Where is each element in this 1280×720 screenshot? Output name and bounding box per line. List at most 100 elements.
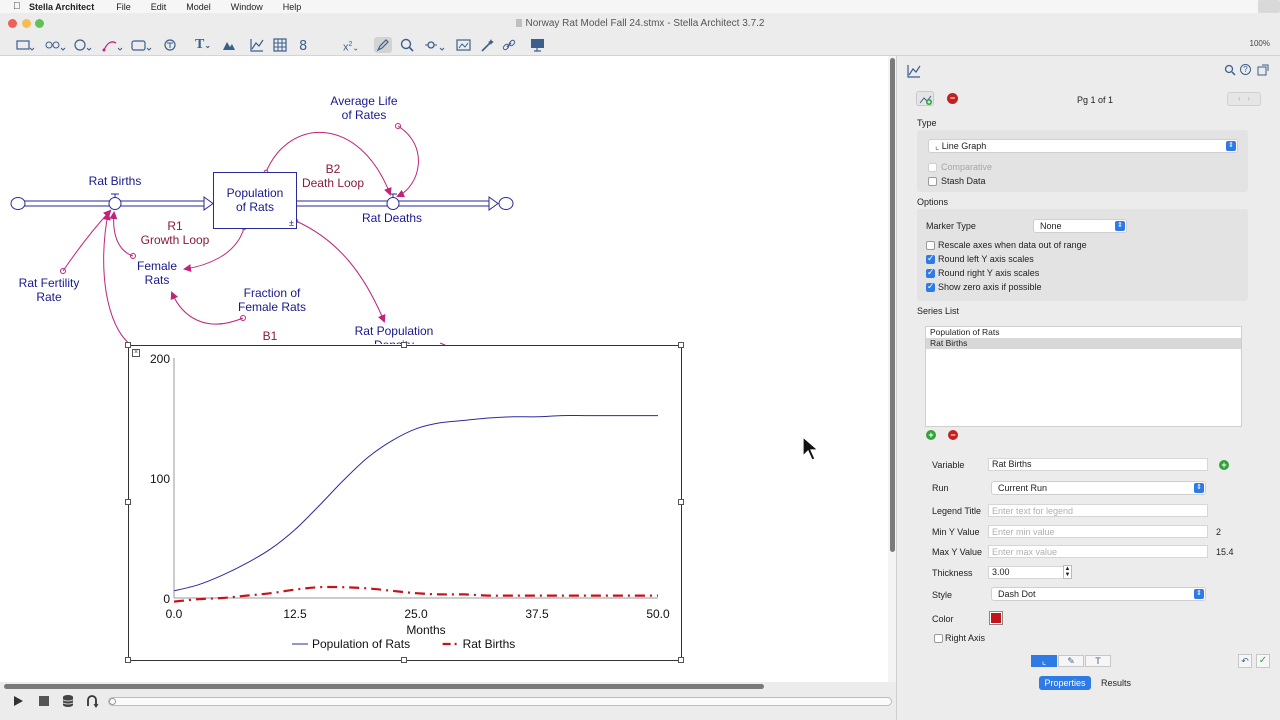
resize-handle-br[interactable] [678, 657, 684, 663]
rescale-checkbox[interactable] [926, 241, 935, 250]
graph-type-select[interactable]: ⌞ Line Graph ⇕ [928, 139, 1238, 153]
max-y-input[interactable] [988, 545, 1208, 558]
resize-handle-bl[interactable] [125, 657, 131, 663]
stock-plus-minus-icon: ± [289, 218, 294, 228]
series-item-selected[interactable]: Rat Births [926, 338, 1241, 349]
series-list[interactable]: Population of Rats Rat Births [925, 326, 1242, 427]
zoom-window-button[interactable] [35, 19, 44, 28]
model-canvas[interactable]: Population of Rats ± Average Life of Rat… [0, 56, 888, 682]
equation-tool-icon[interactable]: x2⌄ [343, 37, 359, 54]
minimize-window-button[interactable] [22, 19, 31, 28]
menu-model[interactable]: Model [186, 2, 211, 12]
loop-tool-icon[interactable] [162, 37, 178, 53]
add-variable-button[interactable]: + [1219, 460, 1229, 470]
graph-tool-icon[interactable] [249, 37, 265, 53]
color-swatch[interactable] [989, 611, 1003, 625]
close-window-button[interactable] [8, 19, 17, 28]
link-icon[interactable] [502, 37, 516, 53]
rat-births-valve[interactable] [108, 193, 122, 210]
menu-window[interactable]: Window [231, 2, 263, 12]
legend-title-input[interactable] [988, 504, 1208, 517]
resize-handle-t[interactable] [401, 342, 407, 348]
text-format-icon[interactable]: T [1085, 655, 1111, 667]
series-item[interactable]: Population of Rats [926, 327, 1241, 338]
remove-series-button[interactable]: − [948, 430, 958, 440]
restore-icon[interactable] [85, 694, 99, 708]
revert-icon[interactable]: ↶ [1238, 654, 1252, 668]
stash-data-checkbox[interactable] [928, 177, 937, 186]
module-tool-icon[interactable] [130, 37, 152, 53]
numeric-display-tool-icon[interactable]: 8 [298, 37, 310, 53]
flow-tool-icon[interactable] [44, 37, 66, 53]
resize-handle-tl[interactable] [125, 342, 131, 348]
presentation-icon[interactable] [530, 37, 546, 53]
chevron-updown-icon: ⇕ [1226, 141, 1236, 151]
marker-type-select[interactable]: None ⇕ [1033, 219, 1127, 233]
variable-field[interactable]: Rat Births [988, 458, 1208, 471]
menu-file[interactable]: File [116, 2, 131, 12]
thickness-field[interactable]: 3.00 [988, 566, 1064, 579]
simulation-timeline-slider[interactable] [108, 697, 892, 706]
graph-mode-button[interactable]: ⌞ [1031, 655, 1057, 667]
resize-handle-b[interactable] [401, 657, 407, 663]
style-select[interactable]: Dash Dot ⇕ [991, 587, 1206, 601]
apply-check-icon[interactable]: ✓ [1256, 654, 1270, 668]
zoom-tool-icon[interactable] [399, 37, 415, 53]
tab-results[interactable]: Results [1095, 676, 1137, 690]
run-select[interactable]: Current Run ⇕ [991, 481, 1206, 495]
interface-tool-icon[interactable] [456, 37, 472, 53]
text-tool-icon[interactable]: T⌄ [195, 37, 211, 53]
stop-icon[interactable] [37, 694, 51, 708]
x-tick-label: 0.0 [166, 607, 183, 621]
scroll-thumb[interactable] [890, 58, 895, 552]
min-y-input[interactable] [988, 525, 1208, 538]
data-manager-icon[interactable] [61, 694, 75, 708]
sink-cloud-icon [498, 197, 514, 210]
rat-births-label: Rat Births [88, 174, 142, 188]
run-play-icon[interactable] [11, 694, 25, 708]
delete-page-button[interactable]: − [947, 93, 958, 104]
edit-mode-icon[interactable] [374, 37, 392, 53]
canvas-horizontal-scrollbar[interactable] [4, 684, 764, 689]
search-icon[interactable] [1224, 64, 1236, 79]
stock-tool-icon[interactable] [15, 37, 35, 53]
resize-handle-tr[interactable] [678, 342, 684, 348]
menu-help[interactable]: Help [283, 2, 302, 12]
graph-pad[interactable]: 0 100 200 0.0 12.5 25.0 37.5 50.0 Months Populati… [128, 345, 682, 661]
legend-title-label: Legend Title [932, 506, 982, 516]
comparative-checkbox[interactable] [928, 163, 937, 172]
popout-icon[interactable] [1257, 64, 1269, 79]
converter-tool-icon[interactable] [73, 37, 93, 53]
explore-tool-icon[interactable] [423, 37, 445, 53]
rat-deaths-valve[interactable] [386, 193, 400, 210]
graph-pad-toggle-icon[interactable]: × [132, 349, 140, 357]
resize-handle-l[interactable] [125, 499, 131, 505]
round-left-checkbox[interactable] [926, 253, 935, 264]
resize-handle-r[interactable] [678, 499, 684, 505]
canvas-vertical-scrollbar[interactable] [888, 56, 896, 682]
right-axis-checkbox[interactable] [934, 634, 943, 643]
menubar-status-icon[interactable] [1258, 0, 1280, 13]
menu-edit[interactable]: Edit [151, 2, 167, 12]
graph-panel-icon [907, 64, 921, 81]
series-list-title: Series List [917, 306, 960, 316]
connector-tool-icon[interactable] [101, 37, 123, 53]
help-icon[interactable]: ? [1240, 64, 1251, 75]
rat-pop-density-label: Rat Population Density [354, 324, 434, 344]
page-nav-buttons[interactable]: ‹ › [1227, 92, 1261, 106]
zoom-level[interactable]: 100% [1250, 39, 1270, 48]
population-label: Population of Rats [226, 186, 284, 214]
thickness-stepper[interactable]: ▲ ▼ [1063, 565, 1072, 579]
show-zero-checkbox[interactable] [926, 281, 935, 292]
table-tool-icon[interactable] [273, 37, 287, 53]
magic-wand-icon[interactable] [480, 37, 494, 53]
tab-properties[interactable]: Properties [1039, 676, 1091, 690]
timeline-knob[interactable] [109, 698, 116, 705]
add-series-button[interactable]: + [926, 430, 936, 440]
add-page-button[interactable] [916, 91, 934, 106]
menu-app-name[interactable]: Stella Architect [29, 2, 94, 12]
apple-icon[interactable]:  [13, 1, 25, 12]
round-right-checkbox[interactable] [926, 267, 935, 278]
wrench-icon[interactable]: ✎ [1058, 655, 1084, 667]
image-tool-icon[interactable] [222, 37, 236, 53]
